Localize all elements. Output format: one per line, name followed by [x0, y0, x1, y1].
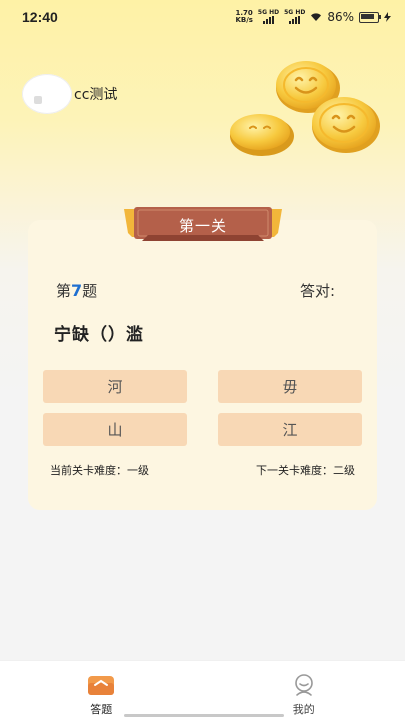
network-speed: 1.70 KB/s — [235, 10, 252, 24]
bottom-tab-bar: 答题 我的 — [0, 660, 405, 721]
sim2-signal-icon: 5G HD — [284, 10, 305, 24]
coin-icon — [312, 97, 380, 153]
home-indicator[interactable] — [124, 714, 284, 717]
correct-count-label: 答对: — [300, 280, 335, 301]
option-button[interactable]: 毋 — [218, 370, 362, 403]
battery-percent: 86% — [327, 10, 354, 24]
tab-quiz-label: 答题 — [90, 701, 112, 717]
battery-icon — [359, 12, 379, 23]
username: cc测试 — [74, 84, 117, 104]
gold-coins-illustration — [226, 60, 386, 160]
profile-header[interactable]: cc测试 — [22, 74, 117, 114]
quiz-icon — [87, 673, 115, 697]
charging-icon — [384, 12, 391, 22]
next-difficulty: 下一关卡难度：二级 — [256, 462, 355, 478]
tab-quiz[interactable]: 答题 — [0, 661, 203, 721]
wifi-icon — [310, 12, 322, 22]
option-button[interactable]: 河 — [43, 370, 187, 403]
status-icons: 1.70 KB/s 5G HD 5G HD 86% — [235, 10, 391, 24]
status-bar: 12:40 1.70 KB/s 5G HD 5G HD 86% — [0, 0, 405, 34]
current-difficulty: 当前关卡难度：一级 — [50, 462, 149, 478]
profile-icon — [292, 673, 316, 697]
level-title: 第一关 — [124, 207, 282, 243]
sim1-signal-icon: 5G HD — [258, 10, 279, 24]
tab-profile[interactable]: 我的 — [203, 661, 405, 721]
question-number: 第7题 — [56, 280, 97, 301]
option-button[interactable]: 江 — [218, 413, 362, 446]
avatar[interactable] — [22, 74, 72, 114]
status-time: 12:40 — [22, 9, 58, 25]
option-button[interactable]: 山 — [43, 413, 187, 446]
coin-icon — [230, 114, 294, 156]
idiom-question: 宁缺（）滥 — [54, 320, 144, 345]
tab-profile-label: 我的 — [293, 701, 315, 717]
